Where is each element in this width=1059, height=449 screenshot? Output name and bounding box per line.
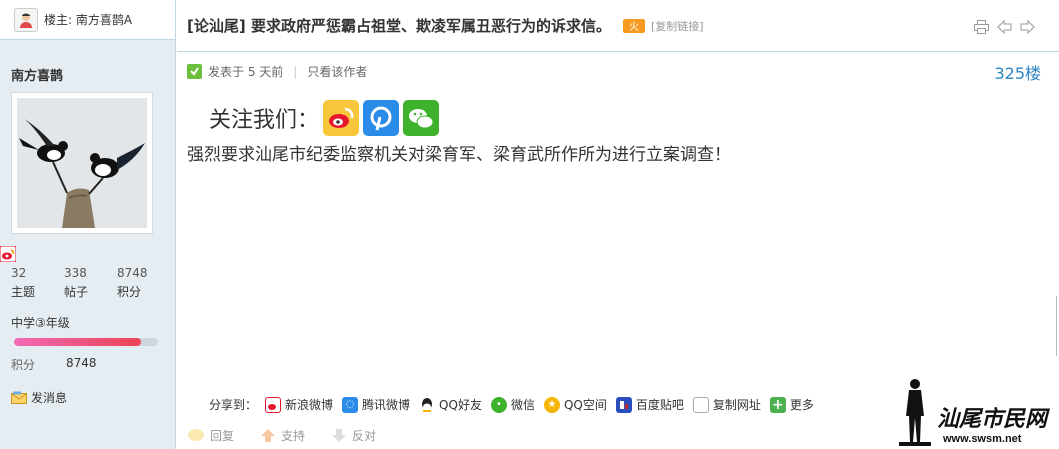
send-message-link[interactable]: 发消息 bbox=[11, 389, 67, 406]
watermark-logo-text: 汕尾市民网 bbox=[937, 406, 1050, 432]
qzone-icon: ★ bbox=[543, 396, 560, 413]
post-main: [论汕尾] 要求政府严惩霸占祖堂、欺凌军属丑恶行为的诉求信。 火 [复制链接] … bbox=[177, 0, 1059, 449]
wechat-icon: • bbox=[490, 396, 507, 413]
reply-icon bbox=[188, 429, 204, 441]
tencent-weibo-follow-icon[interactable] bbox=[363, 100, 400, 136]
share-label: 分享到： bbox=[209, 398, 258, 412]
stat-label: 积分 bbox=[117, 285, 142, 299]
floor-number[interactable]: 325楼 bbox=[994, 60, 1041, 84]
stat-label: 主题 bbox=[11, 285, 36, 299]
stat-label: 帖子 bbox=[64, 285, 89, 299]
copy-url-icon bbox=[692, 396, 709, 413]
post-meta: 发表于 5 天前 | 只看该作者 bbox=[187, 63, 367, 80]
share-item-label: QQ好友 bbox=[439, 398, 482, 412]
share-tencent-weibo[interactable]: ◌ 腾讯微博 bbox=[342, 396, 410, 413]
post-online-icon bbox=[187, 64, 202, 79]
points-value: 8748 bbox=[66, 356, 97, 370]
reply-label: 回复 bbox=[210, 429, 235, 443]
only-author-link[interactable]: 只看该作者 bbox=[307, 63, 367, 80]
stat-value: 8748 bbox=[117, 266, 148, 280]
site-watermark: 汕尾市民网 www.swsm.net bbox=[891, 376, 1051, 446]
prev-thread-icon[interactable] bbox=[997, 20, 1012, 34]
thread-title[interactable]: [论汕尾] 要求政府严惩霸占祖堂、欺凌军属丑恶行为的诉求信。 bbox=[187, 15, 611, 36]
reply-button[interactable]: 回复 bbox=[187, 427, 234, 444]
op-avatar[interactable] bbox=[14, 7, 38, 32]
share-item-label: 更多 bbox=[789, 398, 814, 412]
stat-posts[interactable]: 338 帖子 bbox=[64, 264, 117, 302]
follow-us-label: 关注我们： bbox=[209, 108, 320, 133]
share-copy-url[interactable]: 复制网址 bbox=[692, 396, 761, 413]
thread-title-bar: [论汕尾] 要求政府严惩霸占祖堂、欺凌军属丑恶行为的诉求信。 火 [复制链接] bbox=[177, 0, 1059, 52]
stat-value: 32 bbox=[11, 266, 27, 280]
thread-category[interactable]: [论汕尾] bbox=[187, 17, 246, 35]
author-sidebar: 楼主: 南方喜鹊A 南方喜鹊 32 主题 338 帖子 8748 积分 中学③年… bbox=[0, 0, 176, 449]
send-message-label: 发消息 bbox=[31, 391, 68, 405]
share-qq[interactable]: QQ好友 bbox=[419, 396, 482, 413]
title-tools bbox=[974, 20, 1035, 34]
envelope-icon bbox=[11, 391, 27, 404]
support-label: 支持 bbox=[281, 429, 306, 443]
points-row: 积分 8748 bbox=[11, 356, 97, 373]
level-progress-bar bbox=[14, 338, 158, 346]
op-bar: 楼主: 南方喜鹊A bbox=[0, 0, 175, 40]
weibo-badge-icon[interactable] bbox=[0, 245, 17, 266]
share-item-label: 微信 bbox=[510, 398, 535, 412]
stat-value: 338 bbox=[64, 266, 87, 280]
share-bar: 分享到： 新浪微博 ◌ 腾讯微博 QQ好友 • 微信 ★ QQ空间 百度贴吧 复… bbox=[209, 396, 823, 413]
level-progress-fill bbox=[14, 338, 141, 346]
share-item-label: 新浪微博 bbox=[285, 398, 334, 412]
thread-title-text: 要求政府严惩霸占祖堂、欺凌军属丑恶行为的诉求信。 bbox=[250, 17, 611, 35]
meta-divider: | bbox=[293, 64, 298, 79]
thumbs-up-icon bbox=[261, 429, 276, 442]
weibo-icon bbox=[265, 396, 282, 413]
share-item-label: 复制网址 bbox=[712, 398, 761, 412]
author-name[interactable]: 南方喜鹊 bbox=[11, 65, 63, 84]
scroll-indicator bbox=[1056, 296, 1057, 356]
more-icon: + bbox=[769, 396, 786, 413]
oppose-button[interactable]: 反对 bbox=[331, 427, 376, 444]
follow-us: 关注我们： bbox=[209, 100, 440, 136]
share-wechat[interactable]: • 微信 bbox=[490, 396, 535, 413]
qq-icon bbox=[419, 396, 436, 413]
copy-link[interactable]: [复制链接] bbox=[651, 18, 704, 34]
share-qzone[interactable]: ★ QQ空间 bbox=[543, 396, 607, 413]
share-item-label: QQ空间 bbox=[563, 398, 607, 412]
share-item-label: 百度贴吧 bbox=[635, 398, 684, 412]
oppose-label: 反对 bbox=[352, 429, 377, 443]
author-avatar[interactable] bbox=[11, 92, 153, 234]
share-more[interactable]: + 更多 bbox=[769, 396, 814, 413]
wechat-follow-icon[interactable] bbox=[403, 100, 440, 136]
post-actions: 回复 支持 反对 bbox=[187, 427, 376, 444]
share-weibo[interactable]: 新浪微博 bbox=[265, 396, 333, 413]
tieba-icon bbox=[615, 396, 632, 413]
share-item-label: 腾讯微博 bbox=[362, 398, 411, 412]
hot-badge: 火 bbox=[622, 18, 645, 33]
thumbs-down-icon bbox=[332, 429, 347, 442]
author-stats: 32 主题 338 帖子 8748 积分 bbox=[11, 264, 170, 302]
post-time: 发表于 5 天前 bbox=[208, 65, 284, 79]
stat-credits[interactable]: 8748 积分 bbox=[117, 264, 170, 302]
support-button[interactable]: 支持 bbox=[260, 427, 305, 444]
weibo-follow-icon[interactable] bbox=[323, 100, 360, 136]
share-tieba[interactable]: 百度贴吧 bbox=[615, 396, 684, 413]
post-content: 强烈要求汕尾市纪委监察机关对梁育军、梁育武所作所为进行立案调查！ bbox=[187, 145, 731, 165]
next-thread-icon[interactable] bbox=[1020, 20, 1035, 34]
points-label: 积分 bbox=[11, 358, 36, 372]
magpie-image bbox=[17, 98, 147, 228]
tencent-weibo-icon: ◌ bbox=[342, 396, 359, 413]
op-label[interactable]: 楼主: 南方喜鹊A bbox=[44, 11, 132, 28]
print-icon[interactable] bbox=[974, 20, 989, 34]
watermark-url: www.swsm.net bbox=[942, 433, 1022, 445]
stat-threads[interactable]: 32 主题 bbox=[11, 264, 64, 302]
user-level[interactable]: 中学③年级 bbox=[11, 314, 70, 331]
